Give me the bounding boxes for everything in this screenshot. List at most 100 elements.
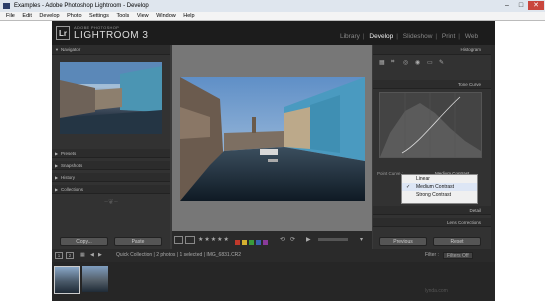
collections-label: Collections — [61, 187, 84, 192]
menu-photo[interactable]: Photo — [67, 13, 81, 19]
filmstrip-info[interactable]: Quick Collection | 2 photos | 1 selected… — [116, 249, 241, 262]
window-titlebar: Examples - Adobe Photoshop Lightroom - D… — [0, 0, 545, 12]
filmstrip-thumbnail[interactable] — [82, 266, 108, 292]
module-library[interactable]: Library — [340, 33, 360, 40]
collections-header[interactable]: ▶ Collections — [52, 185, 170, 194]
tone-curve-header[interactable]: Tone Curve — [373, 80, 491, 89]
presets-label: Presets — [61, 151, 77, 156]
checkmark-icon: ✓ — [406, 184, 411, 190]
module-develop[interactable]: Develop — [369, 33, 393, 40]
tool-strip: ▦ ⌗ ◎ ◉ ▭ ✎ — [377, 57, 485, 69]
menu-window[interactable]: Window — [156, 13, 176, 19]
color-label-red[interactable] — [235, 240, 240, 245]
menu-help[interactable]: Help — [183, 13, 194, 19]
expand-triangle-icon: ▶ — [55, 175, 59, 180]
tone-curve-label: Tone Curve — [457, 82, 481, 87]
navigator-header[interactable]: ▼ Navigator — [52, 45, 170, 55]
menu-file[interactable]: File — [6, 13, 15, 19]
copy-button[interactable]: Copy... — [60, 237, 108, 246]
page-2-button[interactable]: 2 — [66, 252, 74, 259]
minimize-button[interactable]: – — [500, 1, 514, 10]
tone-curve-graph[interactable] — [379, 92, 482, 158]
snapshots-header[interactable]: ▶ Snapshots — [52, 161, 170, 170]
maximize-button[interactable]: □ — [514, 1, 528, 10]
menu-settings[interactable]: Settings — [89, 13, 109, 19]
module-slideshow[interactable]: Slideshow — [403, 33, 433, 40]
toolbar-menu-icon[interactable]: ▾ — [360, 236, 363, 243]
history-label: History — [61, 175, 76, 180]
navigator-preview[interactable] — [60, 62, 162, 134]
color-label-green[interactable] — [249, 240, 254, 245]
module-picker: Library | Develop | Slideshow | Print | Web — [340, 33, 492, 40]
point-curve-dropdown: Linear ✓ Medium Contrast Strong Contrast — [401, 174, 478, 204]
app-icon — [3, 3, 10, 9]
module-separator: | — [362, 33, 365, 40]
lens-corrections-label: Lens Corrections — [446, 220, 481, 225]
module-print[interactable]: Print — [442, 33, 455, 40]
histogram-label: Histogram — [460, 47, 481, 52]
rotate-left-icon[interactable]: ⟲ — [280, 236, 285, 243]
presets-header[interactable]: ▶ Presets — [52, 149, 170, 158]
adjustment-brush-icon[interactable]: ✎ — [439, 59, 444, 66]
color-label-yellow[interactable] — [242, 240, 247, 245]
back-arrow-icon[interactable]: ◀ — [90, 249, 94, 262]
menu-tools[interactable]: Tools — [116, 13, 129, 19]
paste-button[interactable]: Paste — [114, 237, 162, 246]
expand-triangle-icon: ▶ — [55, 151, 59, 156]
detail-header[interactable]: Detail — [373, 206, 491, 215]
dropdown-option-label: Strong Contrast — [416, 192, 452, 198]
loupe-view-icon[interactable] — [174, 236, 183, 244]
filter-select[interactable]: Filters Off — [443, 252, 473, 259]
panel-end-ornament: ~❦~ — [103, 199, 119, 206]
dropdown-option-medium-contrast[interactable]: ✓ Medium Contrast — [402, 183, 477, 191]
forward-arrow-icon[interactable]: ▶ — [98, 249, 102, 262]
rotate-right-icon[interactable]: ⟳ — [290, 236, 295, 243]
graduated-filter-icon[interactable]: ▭ — [427, 59, 433, 66]
dropdown-option-strong-contrast[interactable]: Strong Contrast — [402, 191, 477, 199]
detail-label: Detail — [469, 208, 481, 213]
crop-icon[interactable]: ⌗ — [391, 59, 394, 66]
history-header[interactable]: ▶ History — [52, 173, 170, 182]
right-panel-scrollbar[interactable] — [491, 45, 495, 249]
navigator-image — [60, 62, 162, 134]
filmstrip-bar: 1 2 ▦ ◀ ▶ Quick Collection | 2 photos | … — [52, 249, 495, 262]
module-web[interactable]: Web — [465, 33, 478, 40]
close-button[interactable]: ✕ — [528, 1, 544, 10]
menu-view[interactable]: View — [137, 13, 149, 19]
dropdown-option-label: Linear — [416, 176, 430, 182]
filmstrip — [52, 262, 495, 301]
menu-bar: File Edit Develop Photo Settings Tools V… — [0, 12, 545, 21]
before-after-icon[interactable] — [185, 236, 195, 244]
expand-triangle-icon: ▶ — [55, 163, 59, 168]
lens-corrections-header[interactable]: Lens Corrections — [373, 218, 491, 227]
menu-edit[interactable]: Edit — [22, 13, 31, 19]
red-eye-icon[interactable]: ◉ — [415, 59, 420, 66]
page-1-button[interactable]: 1 — [55, 252, 63, 259]
expand-triangle-icon: ▶ — [55, 187, 59, 192]
color-label-purple[interactable] — [263, 240, 268, 245]
point-curve-label: Point Curve : — [377, 171, 404, 176]
main-photo[interactable] — [180, 77, 365, 201]
grid-view-icon[interactable]: ▦ — [80, 249, 85, 262]
module-separator: | — [458, 33, 460, 40]
navigator-label: Navigator — [61, 47, 81, 52]
collapse-triangle-icon: ▼ — [55, 47, 59, 52]
histogram-header[interactable]: Histogram — [373, 45, 491, 55]
menu-develop[interactable]: Develop — [39, 13, 59, 19]
tone-curve-plot — [380, 93, 481, 157]
previous-button[interactable]: Previous — [379, 237, 427, 246]
dropdown-option-linear[interactable]: Linear — [402, 175, 477, 183]
zoom-slider[interactable] — [318, 238, 348, 241]
rating-stars[interactable]: ★★★★★ — [198, 236, 230, 243]
play-icon[interactable]: ▶ — [306, 236, 311, 243]
grid-icon[interactable]: ▦ — [379, 59, 385, 66]
spot-removal-icon[interactable]: ◎ — [403, 59, 408, 66]
reset-button[interactable]: Reset — [433, 237, 481, 246]
develop-toolbar: ★★★★★ ⟲ ⟳ ▶ ▾ — [172, 231, 372, 249]
snapshots-label: Snapshots — [61, 163, 83, 168]
canal-photo-image — [180, 77, 365, 201]
color-label-blue[interactable] — [256, 240, 261, 245]
filmstrip-thumbnail[interactable] — [54, 266, 80, 294]
dropdown-option-label: Medium Contrast — [416, 184, 455, 190]
module-separator: | — [396, 33, 398, 40]
